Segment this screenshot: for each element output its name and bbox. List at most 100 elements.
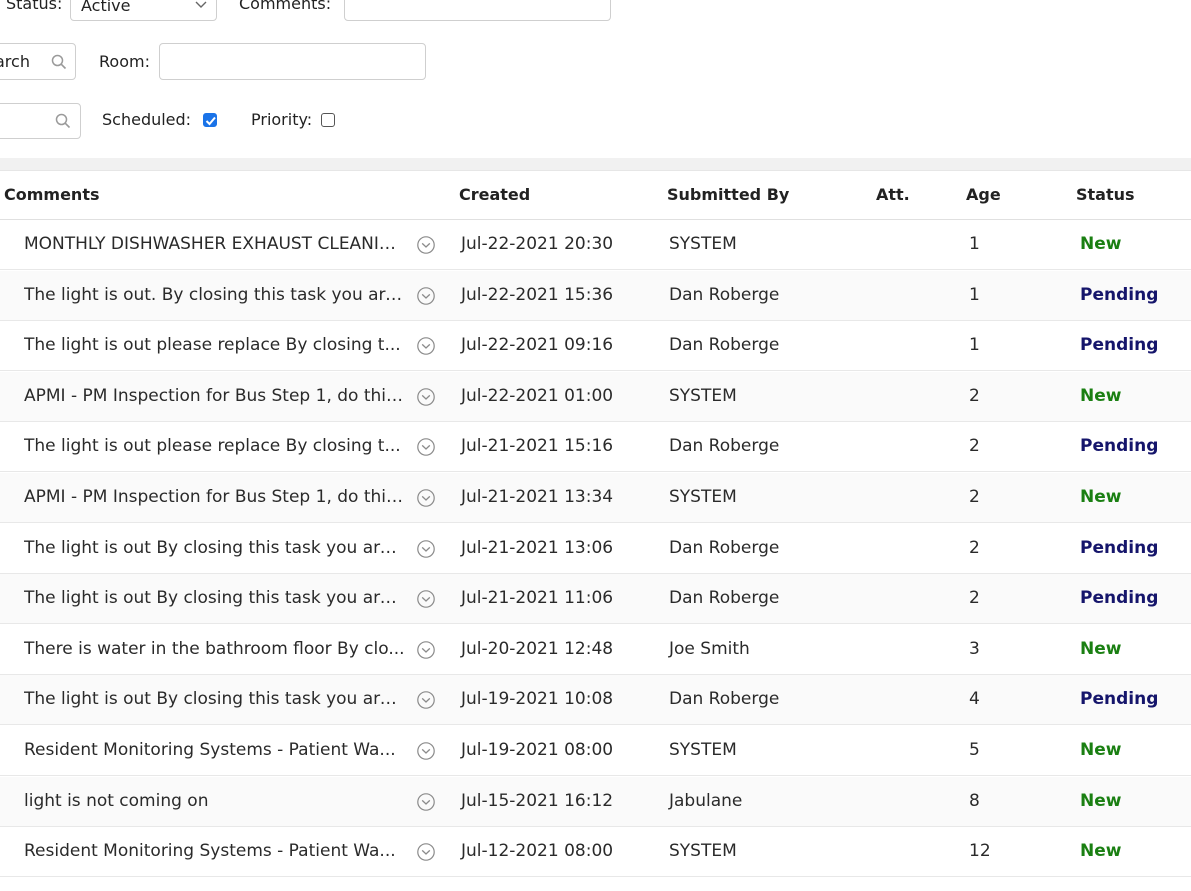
- chevron-circle-down-icon[interactable]: [416, 741, 436, 766]
- status-badge: Pending: [1080, 436, 1159, 457]
- row-comment: There is water in the bathroom floor By …: [24, 638, 405, 659]
- column-header-status[interactable]: Status: [1076, 185, 1135, 204]
- search-icon[interactable]: [51, 54, 67, 70]
- column-header-created[interactable]: Created: [459, 185, 530, 204]
- row-created: Jul-19-2021 10:08: [461, 689, 614, 710]
- chevron-circle-down-icon[interactable]: [416, 387, 436, 412]
- table-row[interactable]: There is water in the bathroom floor By …: [0, 625, 1191, 675]
- column-header-submitted-by[interactable]: Submitted By: [667, 185, 789, 204]
- table-row[interactable]: APMI - PM Inspection for Bus Step 1, do …: [0, 473, 1191, 523]
- search-input-value: Search: [0, 52, 30, 71]
- table-row[interactable]: The light is out. By closing this task y…: [0, 270, 1191, 321]
- chevron-circle-down-icon[interactable]: [416, 690, 436, 715]
- search-icon[interactable]: [55, 113, 71, 129]
- chevron-circle-down-icon[interactable]: [416, 235, 436, 260]
- row-comment: The light is out please replace By closi…: [24, 436, 401, 457]
- row-submitted-by: Dan Roberge: [669, 588, 780, 609]
- chevron-down-icon: [195, 1, 207, 8]
- scheduled-filter-label: Scheduled:: [102, 110, 192, 129]
- table-row[interactable]: The light is out please replace By closi…: [0, 422, 1191, 473]
- row-age: 2: [969, 487, 980, 507]
- status-badge: New: [1080, 385, 1122, 406]
- chevron-circle-down-icon[interactable]: [416, 539, 436, 564]
- row-age: 1: [969, 335, 980, 356]
- column-header-age[interactable]: Age: [966, 185, 1001, 204]
- table-row[interactable]: The light is out By closing this task yo…: [0, 524, 1191, 574]
- status-select-value: Active: [81, 0, 131, 15]
- room-filter-label: Room:: [99, 52, 150, 71]
- row-comment: The light is out By closing this task yo…: [24, 588, 407, 609]
- table-row[interactable]: APMI - PM Inspection for Bus Step 1, do …: [0, 371, 1191, 422]
- row-comment: APMI - PM Inspection for Bus Step 1, do …: [24, 385, 407, 406]
- status-badge: New: [1080, 487, 1122, 507]
- table-row[interactable]: MONTHLY DISHWASHER EXHAUST CLEANING ... J…: [0, 220, 1191, 270]
- row-created: Jul-19-2021 08:00: [461, 740, 614, 760]
- row-comment: The light is out please replace By closi…: [24, 335, 401, 356]
- status-filter-label: Status:: [6, 0, 63, 13]
- comments-filter-label: Comments:: [239, 0, 332, 13]
- table-row[interactable]: light is not coming on Jul-15-2021 16:12 J…: [0, 776, 1191, 827]
- status-select[interactable]: Active: [70, 0, 217, 21]
- status-badge: Pending: [1080, 689, 1159, 710]
- table-row[interactable]: Resident Monitoring Systems - Patient Wa…: [0, 726, 1191, 776]
- row-created: Jul-20-2021 12:48: [461, 638, 614, 659]
- table-row[interactable]: The light is out By closing this task yo…: [0, 675, 1191, 726]
- secondary-search-input[interactable]: [0, 103, 81, 139]
- row-comment: Resident Monitoring Systems - Patient Wa…: [24, 740, 396, 760]
- status-badge: New: [1080, 790, 1122, 811]
- chevron-circle-down-icon[interactable]: [416, 286, 436, 311]
- row-submitted-by: Dan Roberge: [669, 335, 780, 356]
- priority-filter-label: Priority:: [251, 110, 313, 129]
- chevron-circle-down-icon[interactable]: [416, 842, 436, 867]
- row-created: Jul-15-2021 16:12: [461, 790, 614, 811]
- row-submitted-by: SYSTEM: [669, 841, 737, 862]
- row-created: Jul-22-2021 20:30: [461, 234, 614, 254]
- search-input[interactable]: Search: [0, 43, 76, 80]
- row-age: 5: [969, 740, 980, 760]
- row-age: 8: [969, 790, 980, 811]
- status-badge: Pending: [1080, 284, 1159, 305]
- status-badge: Pending: [1080, 588, 1159, 609]
- status-badge: New: [1080, 234, 1122, 254]
- row-created: Jul-12-2021 08:00: [461, 841, 614, 862]
- row-submitted-by: Jabulane: [669, 790, 743, 811]
- row-created: Jul-22-2021 15:36: [461, 284, 614, 305]
- row-age: 2: [969, 537, 980, 558]
- row-comment: MONTHLY DISHWASHER EXHAUST CLEANING ...: [24, 234, 407, 254]
- chevron-circle-down-icon[interactable]: [416, 336, 436, 361]
- chevron-circle-down-icon[interactable]: [416, 640, 436, 665]
- row-comment: The light is out By closing this task yo…: [24, 689, 407, 710]
- chevron-circle-down-icon[interactable]: [416, 437, 436, 462]
- chevron-circle-down-icon[interactable]: [416, 488, 436, 513]
- row-submitted-by: Joe Smith: [669, 638, 750, 659]
- checkmark-icon: [205, 116, 216, 126]
- row-submitted-by: Dan Roberge: [669, 284, 780, 305]
- priority-checkbox[interactable]: [321, 113, 335, 127]
- status-badge: Pending: [1080, 537, 1159, 558]
- row-submitted-by: SYSTEM: [669, 385, 737, 406]
- chevron-circle-down-icon[interactable]: [416, 792, 436, 817]
- row-created: Jul-21-2021 13:06: [461, 537, 614, 558]
- row-created: Jul-21-2021 11:06: [461, 588, 614, 609]
- room-filter-input[interactable]: [159, 43, 426, 80]
- row-age: 12: [969, 841, 991, 862]
- row-comment: APMI - PM Inspection for Bus Step 1, do …: [24, 487, 407, 507]
- row-age: 3: [969, 638, 980, 659]
- table-header: [0, 170, 1191, 220]
- row-submitted-by: Dan Roberge: [669, 436, 780, 457]
- scheduled-checkbox[interactable]: [203, 113, 217, 127]
- column-header-att[interactable]: Att.: [876, 185, 910, 204]
- status-badge: New: [1080, 841, 1122, 862]
- row-age: 2: [969, 385, 980, 406]
- table-row[interactable]: The light is out please replace By closi…: [0, 321, 1191, 372]
- row-created: Jul-22-2021 09:16: [461, 335, 614, 356]
- row-age: 2: [969, 588, 980, 609]
- comments-filter-input[interactable]: [344, 0, 611, 21]
- row-submitted-by: SYSTEM: [669, 487, 737, 507]
- chevron-circle-down-icon[interactable]: [416, 589, 436, 614]
- table-row[interactable]: Resident Monitoring Systems - Patient Wa…: [0, 827, 1191, 878]
- column-header-comments[interactable]: Comments: [4, 185, 100, 204]
- row-age: 2: [969, 436, 980, 457]
- table-row[interactable]: The light is out By closing this task yo…: [0, 574, 1191, 625]
- row-age: 1: [969, 234, 980, 254]
